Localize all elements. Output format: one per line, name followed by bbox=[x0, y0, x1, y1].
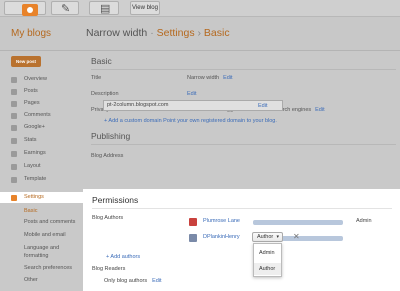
header: My blogs Narrow width · Settings › Basic bbox=[0, 17, 400, 51]
stats-icon bbox=[11, 138, 17, 144]
sidebar-subitem-search-preferences[interactable]: Search preferences bbox=[24, 264, 72, 272]
sidebar-item-label: Template bbox=[24, 176, 47, 182]
blog-address-label: Blog Address bbox=[91, 153, 124, 159]
sidebar-item-label: Stats bbox=[24, 137, 37, 143]
sidebar-subitem-formatting[interactable]: formatting bbox=[24, 252, 48, 260]
readers-text: Only blog authors bbox=[104, 278, 148, 284]
sidebar-item-comments[interactable]: Comments bbox=[0, 110, 83, 121]
sidebar-subitem-language[interactable]: Language and bbox=[24, 244, 59, 252]
blogger-settings-page: ✎ ▤ View blog My blogs Narrow width · Se… bbox=[0, 0, 400, 291]
title-label: Title bbox=[91, 75, 102, 81]
posts-icon bbox=[11, 89, 17, 95]
sidebar-item-label: Pages bbox=[24, 100, 40, 106]
my-blogs-link[interactable]: My blogs bbox=[11, 28, 51, 39]
readers-edit-link[interactable]: Edit bbox=[152, 278, 161, 284]
sidebar-item-label: Overview bbox=[24, 76, 47, 82]
new-post-button[interactable]: New post bbox=[11, 56, 41, 67]
google-plus-icon bbox=[11, 125, 17, 131]
blog-address-field: pt-2column.blogspot.com bbox=[103, 100, 283, 111]
overview-icon bbox=[11, 77, 17, 83]
sidebar-item-settings[interactable]: Settings bbox=[0, 192, 83, 203]
breadcrumb-settings[interactable]: Settings bbox=[157, 27, 195, 39]
wrench-icon bbox=[11, 195, 17, 201]
title-text: Narrow width bbox=[187, 75, 220, 81]
title-edit-link[interactable]: Edit bbox=[223, 75, 232, 81]
template-icon bbox=[11, 177, 17, 183]
sidebar-item-stats[interactable]: Stats bbox=[0, 135, 83, 146]
earnings-icon bbox=[11, 151, 17, 157]
pencil-icon: ✎ bbox=[61, 3, 71, 15]
sidebar-subitem-mobile-and-email[interactable]: Mobile and email bbox=[24, 231, 66, 239]
breadcrumb: Narrow width · Settings › Basic bbox=[86, 27, 230, 39]
permissions-panel: Permissions Blog Authors Plumrose Lane A… bbox=[83, 189, 400, 291]
privacy-edit-link[interactable]: Edit bbox=[315, 107, 324, 113]
comments-icon bbox=[11, 113, 17, 119]
selected-role: Author bbox=[257, 234, 274, 240]
sidebar-item-label: Settings bbox=[24, 194, 44, 200]
sidebar-item-label: Layout bbox=[24, 163, 41, 169]
sidebar-subitem-posts-and-comments[interactable]: Posts and comments bbox=[24, 218, 75, 226]
sidebar-subitem-other[interactable]: Other bbox=[24, 276, 38, 284]
description-edit-link[interactable]: Edit bbox=[187, 91, 196, 97]
role-option-admin[interactable]: Admin bbox=[254, 247, 281, 259]
author-role-select[interactable]: Author ▾ bbox=[252, 232, 283, 242]
sidebar-item-label: Posts bbox=[24, 88, 38, 94]
blog-readers-value: Only blog authors Edit bbox=[104, 278, 162, 284]
permissions-heading: Permissions bbox=[92, 195, 139, 205]
author-name[interactable]: Plumrose Lane bbox=[203, 218, 240, 224]
pages-icon bbox=[11, 101, 17, 107]
title-value: Narrow width Edit bbox=[187, 75, 233, 81]
sidebar-item-template[interactable]: Template bbox=[0, 174, 83, 185]
basic-heading: Basic bbox=[91, 56, 112, 66]
description-value: Edit bbox=[187, 91, 196, 97]
blog-address-edit-link[interactable]: Edit bbox=[258, 103, 267, 109]
sidebar-item-pages[interactable]: Pages bbox=[0, 98, 83, 109]
layout-icon bbox=[11, 164, 17, 170]
new-post-toolbar-button[interactable]: ✎ bbox=[51, 1, 79, 15]
blogger-logo-icon bbox=[22, 4, 38, 16]
breadcrumb-separator: › bbox=[194, 27, 204, 39]
sidebar-item-overview[interactable]: Overview bbox=[0, 74, 83, 85]
sidebar-item-label: Earnings bbox=[24, 150, 46, 156]
blogger-menu-button[interactable] bbox=[4, 1, 46, 16]
role-option-author[interactable]: Author bbox=[254, 263, 281, 275]
top-bar: ✎ ▤ View blog bbox=[0, 0, 400, 17]
sidebar-item-earnings[interactable]: Earnings bbox=[0, 148, 83, 159]
sidebar-item-google-plus[interactable]: Google+ bbox=[0, 122, 83, 133]
chevron-down-icon: ▾ bbox=[276, 234, 279, 240]
divider bbox=[91, 69, 396, 70]
role-dropdown-menu: Admin Author bbox=[253, 243, 282, 277]
documents-icon: ▤ bbox=[100, 3, 111, 15]
description-label: Description bbox=[91, 91, 119, 97]
blog-authors-label: Blog Authors bbox=[92, 215, 124, 221]
blog-readers-label: Blog Readers bbox=[92, 266, 126, 272]
breadcrumb-separator: · bbox=[147, 27, 157, 39]
sidebar-item-layout[interactable]: Layout bbox=[0, 161, 83, 172]
documents-button[interactable]: ▤ bbox=[89, 1, 119, 15]
breadcrumb-basic: Basic bbox=[203, 27, 230, 39]
breadcrumb-blog-name[interactable]: Narrow width bbox=[86, 27, 147, 39]
publishing-heading: Publishing bbox=[91, 131, 131, 141]
sidebar-item-label: Google+ bbox=[24, 124, 45, 130]
author-role: Admin bbox=[356, 218, 372, 224]
avatar bbox=[189, 218, 197, 226]
divider bbox=[91, 144, 396, 145]
view-blog-button[interactable]: View blog bbox=[130, 1, 160, 15]
add-authors-link[interactable]: + Add authors bbox=[106, 254, 140, 260]
sidebar-item-posts[interactable]: Posts bbox=[0, 86, 83, 97]
author-name[interactable]: DPlankinHenry bbox=[203, 234, 240, 240]
remove-author-icon[interactable]: ✕ bbox=[293, 232, 300, 241]
author-row: Plumrose Lane Admin bbox=[185, 216, 395, 228]
sidebar-subitem-basic[interactable]: Basic bbox=[24, 207, 37, 215]
author-email-redacted bbox=[253, 220, 343, 225]
sidebar: New post Overview Posts Pages Comments G… bbox=[0, 51, 83, 291]
add-custom-domain-link[interactable]: + Add a custom domain Point your own reg… bbox=[104, 118, 277, 124]
divider bbox=[92, 208, 392, 209]
avatar bbox=[189, 234, 197, 242]
sidebar-item-label: Comments bbox=[24, 112, 51, 118]
author-row: DPlankinHenry bbox=[185, 232, 395, 244]
